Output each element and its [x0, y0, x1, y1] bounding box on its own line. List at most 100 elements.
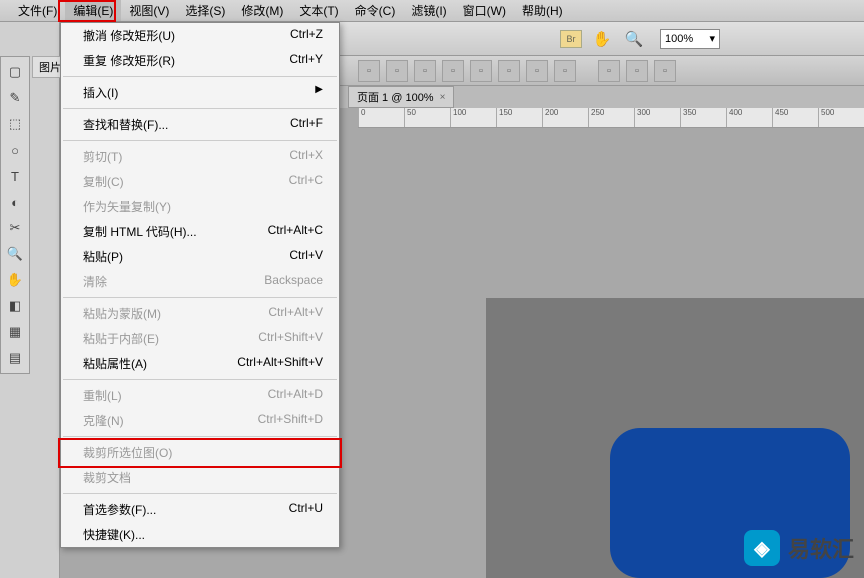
- bridge-button[interactable]: Br: [560, 30, 582, 48]
- tool-9[interactable]: ◧: [4, 295, 26, 317]
- menu-item-12: 清除 Backspace: [61, 269, 339, 294]
- ruler-tick: 450: [772, 108, 818, 127]
- menu-item-9: 作为矢量复制(Y): [61, 194, 339, 219]
- zoom-value: 100%: [665, 33, 693, 45]
- separator: [63, 493, 337, 494]
- menu-shortcut: Ctrl+C: [289, 173, 323, 190]
- tab-label: 页面 1 @ 100%: [357, 89, 434, 105]
- ruler-tick: 300: [634, 108, 680, 127]
- menu-5[interactable]: 文本(T): [291, 0, 346, 21]
- tool-8[interactable]: ✋: [4, 269, 26, 291]
- tool-0[interactable]: ▢: [4, 61, 26, 83]
- align-icon-3[interactable]: ▫: [414, 60, 436, 82]
- menu-shortcut: Ctrl+U: [289, 501, 323, 518]
- menu-item-label: 插入(I): [83, 84, 118, 101]
- menu-item-5[interactable]: 查找和替换(F)... Ctrl+F: [61, 112, 339, 137]
- tool-11[interactable]: ▤: [4, 347, 26, 369]
- chevron-down-icon[interactable]: ▾: [709, 32, 715, 45]
- menu-shortcut: Ctrl+X: [289, 148, 323, 165]
- menu-item-7: 剪切(T) Ctrl+X: [61, 144, 339, 169]
- doc-icon-2[interactable]: ▫: [626, 60, 648, 82]
- menu-item-25[interactable]: 快捷键(K)...: [61, 522, 339, 547]
- menu-shortcut: Ctrl+Alt+V: [268, 305, 323, 322]
- menu-2[interactable]: 视图(V): [121, 0, 177, 21]
- tool-6[interactable]: ✂: [4, 217, 26, 239]
- separator: [63, 297, 337, 298]
- menu-6[interactable]: 命令(C): [347, 0, 404, 21]
- menu-item-label: 复制 HTML 代码(H)...: [83, 223, 197, 240]
- zoom-input[interactable]: 100% ▾: [660, 29, 720, 49]
- menu-item-label: 撤消 修改矩形(U): [83, 27, 175, 44]
- menu-shortcut: Ctrl+Y: [289, 52, 323, 69]
- menu-item-3[interactable]: 插入(I)▶: [61, 80, 339, 105]
- ruler-tick: 350: [680, 108, 726, 127]
- menu-item-1[interactable]: 重复 修改矩形(R) Ctrl+Y: [61, 48, 339, 73]
- watermark-text: 易软汇: [788, 532, 854, 564]
- menu-item-label: 复制(C): [83, 173, 124, 190]
- zoom-icon[interactable]: 🔍: [622, 27, 646, 51]
- ruler-tick: 250: [588, 108, 634, 127]
- separator: [63, 436, 337, 437]
- menu-shortcut: Ctrl+Z: [290, 27, 323, 44]
- ruler-tick: 500: [818, 108, 864, 127]
- menu-0[interactable]: 文件(F): [10, 0, 65, 21]
- close-icon[interactable]: ×: [440, 92, 446, 103]
- align-icon-8[interactable]: ▫: [554, 60, 576, 82]
- align-icon-5[interactable]: ▫: [470, 60, 492, 82]
- ruler-tick: 400: [726, 108, 772, 127]
- align-icon-6[interactable]: ▫: [498, 60, 520, 82]
- menu-item-8: 复制(C) Ctrl+C: [61, 169, 339, 194]
- menu-item-label: 清除: [83, 273, 107, 290]
- menu-4[interactable]: 修改(M): [233, 0, 291, 21]
- separator: [63, 140, 337, 141]
- tool-1[interactable]: ✎: [4, 87, 26, 109]
- menu-9[interactable]: 帮助(H): [514, 0, 571, 21]
- menu-item-label: 重复 修改矩形(R): [83, 52, 175, 69]
- menu-8[interactable]: 窗口(W): [455, 0, 514, 21]
- menu-item-22: 裁剪文档: [61, 465, 339, 490]
- tool-7[interactable]: 🔍: [4, 243, 26, 265]
- edit-menu-dropdown: 撤消 修改矩形(U) Ctrl+Z 重复 修改矩形(R) Ctrl+Y 插入(I)▶ 查找…: [60, 22, 340, 548]
- menu-item-16[interactable]: 粘贴属性(A) Ctrl+Alt+Shift+V: [61, 351, 339, 376]
- align-icon-4[interactable]: ▫: [442, 60, 464, 82]
- hand-icon[interactable]: ✋: [590, 27, 614, 51]
- align-icon-1[interactable]: ▫: [358, 60, 380, 82]
- menu-item-label: 作为矢量复制(Y): [83, 198, 171, 215]
- menu-item-label: 粘贴为蒙版(M): [83, 305, 161, 322]
- menu-item-11[interactable]: 粘贴(P)Ctrl+V: [61, 244, 339, 269]
- menu-item-label: 查找和替换(F)...: [83, 116, 168, 133]
- menu-item-14: 粘贴为蒙版(M) Ctrl+Alt+V: [61, 301, 339, 326]
- menu-item-label: 快捷键(K)...: [83, 526, 145, 543]
- menu-item-label: 克隆(N): [83, 412, 124, 429]
- tool-5[interactable]: ◐: [4, 191, 26, 213]
- menu-item-label: 粘贴于内部(E): [83, 330, 159, 347]
- menu-shortcut: Backspace: [264, 273, 323, 290]
- menu-item-10[interactable]: 复制 HTML 代码(H)...Ctrl+Alt+C: [61, 219, 339, 244]
- align-icon-2[interactable]: ▫: [386, 60, 408, 82]
- menu-shortcut: Ctrl+Shift+V: [258, 330, 323, 347]
- menu-shortcut: Ctrl+Alt+Shift+V: [237, 355, 323, 372]
- tool-3[interactable]: ○: [4, 139, 26, 161]
- tool-10[interactable]: ▦: [4, 321, 26, 343]
- menu-shortcut: Ctrl+V: [289, 248, 323, 265]
- menubar: 文件(F)编辑(E)视图(V)选择(S)修改(M)文本(T)命令(C)滤镜(I)…: [0, 0, 864, 22]
- menu-item-24[interactable]: 首选参数(F)...Ctrl+U: [61, 497, 339, 522]
- menu-3[interactable]: 选择(S): [177, 0, 233, 21]
- menu-shortcut: Ctrl+F: [290, 116, 323, 133]
- menu-item-label: 裁剪所选位图(O): [83, 444, 172, 461]
- menu-item-0[interactable]: 撤消 修改矩形(U) Ctrl+Z: [61, 23, 339, 48]
- separator: [63, 379, 337, 380]
- menu-7[interactable]: 滤镜(I): [403, 0, 454, 21]
- menu-item-label: 剪切(T): [83, 148, 122, 165]
- ruler-tick: 150: [496, 108, 542, 127]
- align-icon-7[interactable]: ▫: [526, 60, 548, 82]
- doc-icon-1[interactable]: ▫: [598, 60, 620, 82]
- ruler-tick: 200: [542, 108, 588, 127]
- tab-page1[interactable]: 页面 1 @ 100% ×: [348, 86, 454, 108]
- tool-2[interactable]: ⬚: [4, 113, 26, 135]
- menu-1[interactable]: 编辑(E): [65, 0, 121, 21]
- menu-item-label: 粘贴属性(A): [83, 355, 147, 372]
- tool-4[interactable]: T: [4, 165, 26, 187]
- doc-icon-3[interactable]: ▫: [654, 60, 676, 82]
- menu-item-label: 裁剪文档: [83, 469, 131, 486]
